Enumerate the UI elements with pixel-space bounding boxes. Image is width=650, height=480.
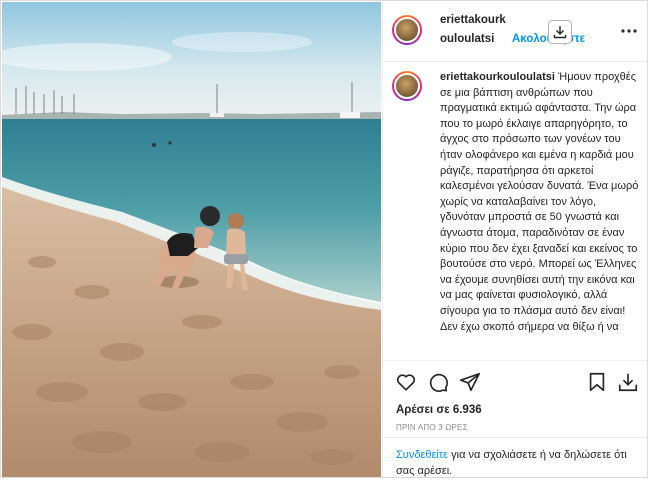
- caption-username[interactable]: eriettakourkouloulatsi: [440, 71, 555, 83]
- caption-avatar[interactable]: [392, 71, 422, 101]
- post-side-panel: eriettakourk ouloulatsi Ακολουθήστε erie…: [382, 2, 647, 477]
- login-text: Συνδεθείτε για να σχολιάσετε ή να δηλώσε…: [396, 447, 636, 477]
- username-line2[interactable]: ouloulatsi: [440, 33, 494, 45]
- caption-text: eriettakourkouloulatsi Ήμουν προχθές σε …: [440, 70, 640, 335]
- bookmark-icon[interactable]: [586, 371, 608, 393]
- post-timestamp[interactable]: ΠΡΙΝ ΑΠΟ 3 ΩΡΕΣ: [396, 423, 468, 432]
- caption-body: Ήμουν προχθές σε μια βάπτιση ανθρώπων πο…: [440, 71, 639, 333]
- beach-photo: [2, 2, 381, 477]
- post-photo[interactable]: [2, 2, 381, 477]
- post-header: eriettakourk ouloulatsi Ακολουθήστε: [383, 2, 647, 62]
- login-link[interactable]: Συνδεθείτε: [396, 449, 448, 461]
- comment-icon[interactable]: [427, 371, 449, 393]
- instagram-post: eriettakourk ouloulatsi Ακολουθήστε erie…: [0, 0, 648, 478]
- likes-count[interactable]: Αρέσει σε 6.936: [396, 404, 482, 416]
- username-line1[interactable]: eriettakourk: [440, 14, 506, 26]
- login-prompt: Συνδεθείτε για να σχολιάσετε ή να δηλώσε…: [383, 437, 647, 477]
- caption-area: eriettakourkouloulatsi Ήμουν προχθές σε …: [383, 63, 647, 360]
- avatar[interactable]: [392, 15, 422, 45]
- download-icon[interactable]: [548, 20, 572, 44]
- download-icon[interactable]: [617, 371, 639, 393]
- more-options-icon[interactable]: [619, 24, 639, 38]
- action-bar: Αρέσει σε 6.936 ΠΡΙΝ ΑΠΟ 3 ΩΡΕΣ Συνδεθεί…: [383, 360, 647, 477]
- heart-icon[interactable]: [395, 371, 417, 393]
- share-icon[interactable]: [459, 371, 481, 393]
